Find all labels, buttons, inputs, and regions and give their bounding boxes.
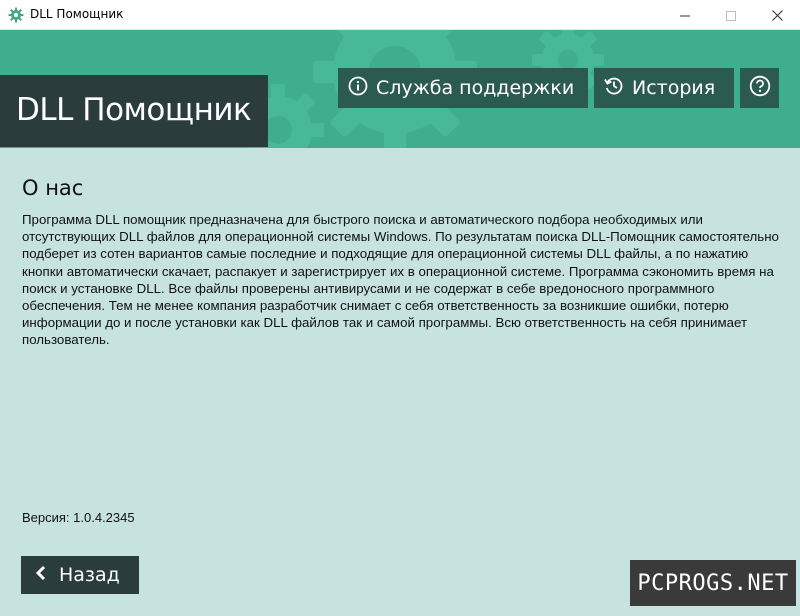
help-icon xyxy=(749,75,771,101)
close-icon xyxy=(771,6,783,25)
support-button[interactable]: Служба поддержки xyxy=(338,68,588,108)
title-bar: DLL Помощник xyxy=(0,0,800,30)
version-label: Версия: 1.0.4.2345 xyxy=(22,510,135,525)
window-title: DLL Помощник xyxy=(30,7,124,21)
maximize-icon xyxy=(726,6,736,25)
help-button[interactable] xyxy=(740,68,779,108)
gear-icon xyxy=(8,7,24,23)
back-button[interactable]: Назад xyxy=(21,556,139,594)
info-icon xyxy=(348,76,376,100)
about-description: Программа DLL помощник предназначена для… xyxy=(22,212,779,348)
history-button[interactable]: История xyxy=(594,68,734,108)
chevron-left-icon xyxy=(35,565,47,585)
watermark: PCPROGS.NET xyxy=(630,560,796,606)
close-button[interactable] xyxy=(754,0,800,30)
brand-panel: DLL Помощник xyxy=(0,75,268,147)
back-button-label: Назад xyxy=(59,564,120,586)
history-icon xyxy=(604,76,632,100)
minimize-button[interactable] xyxy=(662,0,708,30)
app-brand-title: DLL Помощник xyxy=(16,92,252,128)
page-title: О нас xyxy=(22,176,84,200)
support-button-label: Служба поддержки xyxy=(376,77,575,99)
history-button-label: История xyxy=(632,77,716,99)
maximize-button[interactable] xyxy=(708,0,754,30)
minimize-icon xyxy=(680,6,690,25)
